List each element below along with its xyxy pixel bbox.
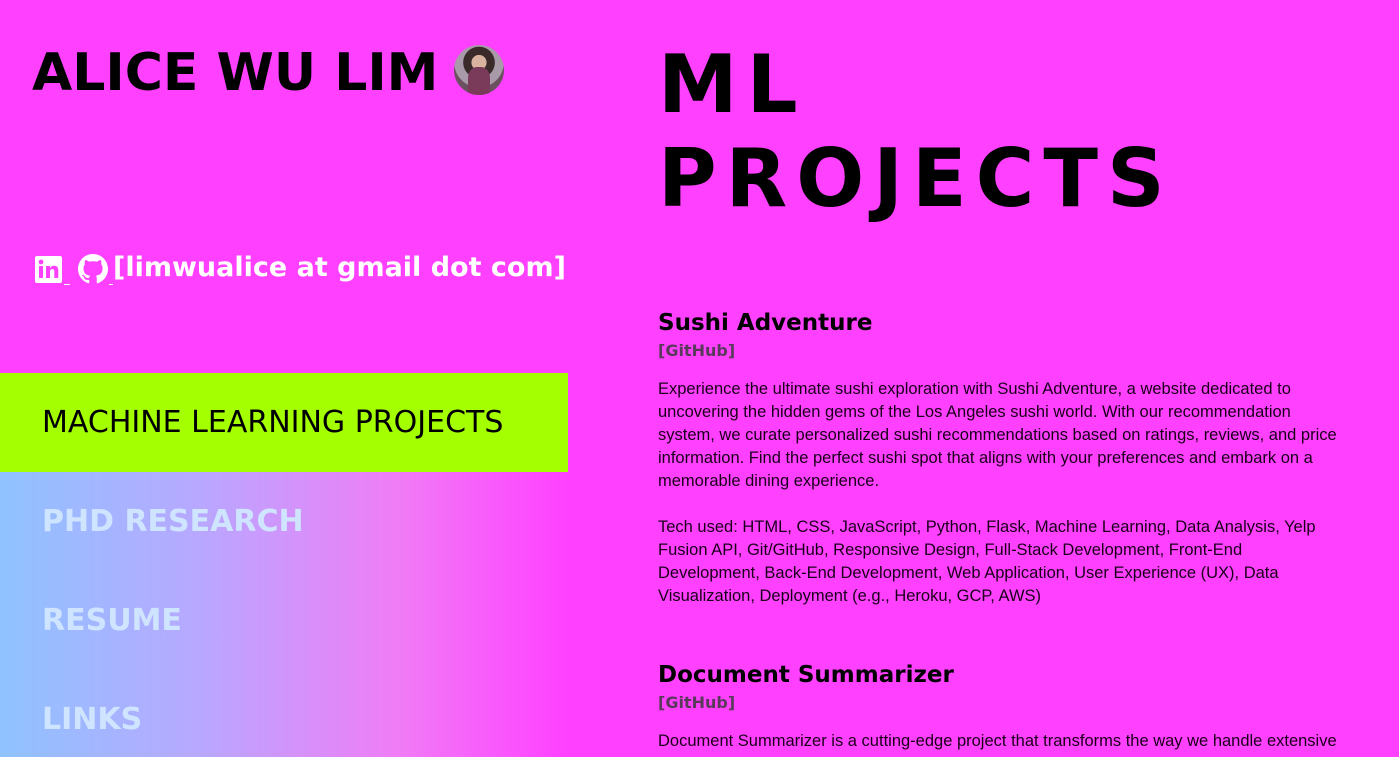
project-tech: Tech used: HTML, CSS, JavaScript, Python… [658,518,1316,605]
project-title: Sushi Adventure [658,310,873,336]
page: ALICE WU LIM [limwualice at gmail dot co… [0,0,1399,757]
linkedin-link[interactable] [35,255,62,283]
page-title-line1: ML [658,38,807,131]
nav-item-resume[interactable]: RESUME [0,571,568,670]
page-title: ML PROJECTS [658,38,1174,226]
linkedin-icon [35,255,62,283]
project-card: Document Summarizer [GitHub] Document Su… [658,660,1348,753]
profile-name: ALICE WU LIM [32,43,439,103]
left-sidebar: ALICE WU LIM [limwualice at gmail dot co… [0,0,568,757]
project-description: Experience the ultimate sushi exploratio… [658,380,1337,490]
nav-item-ml-projects[interactable]: MACHINE LEARNING PROJECTS [0,373,568,472]
profile-header: ALICE WU LIM [32,40,505,106]
link-spacer [64,254,70,285]
contact-row: [limwualice at gmail dot com] [35,252,566,286]
email-link[interactable]: [limwualice at gmail dot com] [113,250,566,286]
page-title-line2: PROJECTS [658,132,1174,225]
nav-item-links[interactable]: LINKS [0,670,568,757]
project-description: Document Summarizer is a cutting-edge pr… [658,732,1337,750]
main-content: ML PROJECTS Sushi Adventure [GitHub] Exp… [658,0,1358,757]
github-icon [78,254,108,284]
project-github-link[interactable]: [GitHub] [658,340,735,362]
nav-item-phd-research[interactable]: PHD RESEARCH [0,472,568,571]
project-github-link[interactable]: [GitHub] [658,692,735,714]
project-card: Sushi Adventure [GitHub] Experience the … [658,308,1348,608]
avatar [454,45,505,95]
github-link[interactable] [78,254,108,284]
sidebar-nav: MACHINE LEARNING PROJECTS PHD RESEARCH R… [0,373,568,757]
project-title: Document Summarizer [658,662,954,688]
